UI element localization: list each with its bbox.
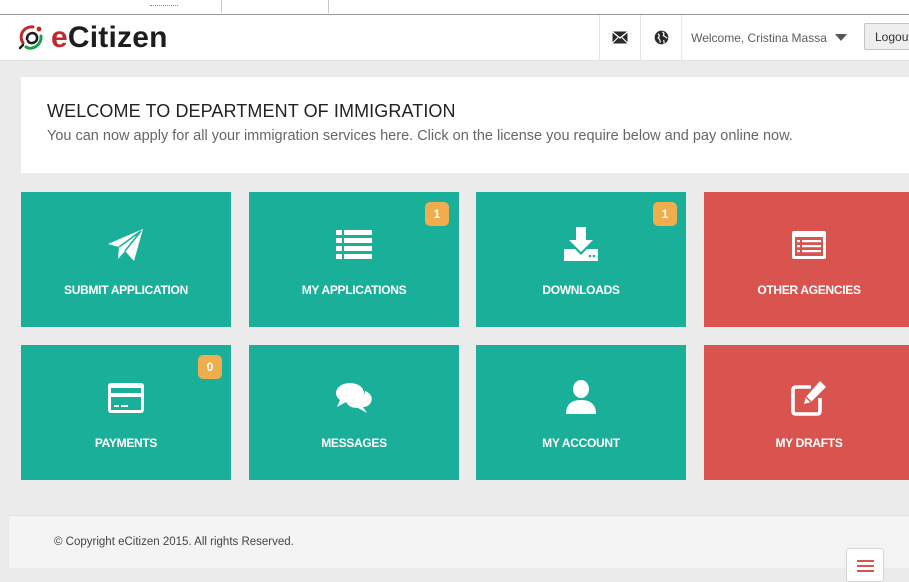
tile-label: DOWNLOADS [542,283,620,297]
tile-label: OTHER AGENCIES [757,283,861,297]
welcome-panel: WELCOME TO DEPARTMENT OF IMMIGRATION You… [21,77,909,173]
download-icon [564,227,598,261]
tile-downloads[interactable]: DOWNLOADS 1 [476,192,686,327]
tile-label: MY ACCOUNT [542,436,620,450]
tile-other-agencies[interactable]: OTHER AGENCIES [704,192,909,327]
user-menu-dropdown[interactable]: Welcome, Cristina Massa [681,15,856,60]
tile-my-drafts[interactable]: MY DRAFTS [704,345,909,480]
tile-messages[interactable]: MESSAGES [249,345,459,480]
notification-badge: 0 [198,355,222,379]
brand-name: eCitizen [51,21,168,55]
page-footer: © Copyright eCitizen 2015. All rights Re… [9,515,909,568]
hamburger-bar [857,570,874,572]
list-icon [336,230,372,259]
tile-label: MY APPLICATIONS [301,283,407,297]
tile-label: MESSAGES [321,436,387,450]
browser-top-strip [0,0,909,15]
strip-divider [221,0,222,13]
tile-my-applications[interactable]: MY APPLICATIONS 1 [249,192,459,327]
messages-nav-button[interactable] [599,15,640,60]
edit-icon [791,381,826,416]
tile-submit-application[interactable]: SUBMIT APPLICATION [21,192,231,327]
comments-icon [336,383,372,413]
top-navbar: eCitizen Welcome, Cristina Massa Logout [0,15,909,61]
hamburger-bar [857,560,874,562]
notification-badge: 1 [653,202,677,226]
credit-card-icon [108,383,144,413]
page-subtitle: You can now apply for all your immigrati… [47,128,793,144]
tile-payments[interactable]: PAYMENTS 0 [21,345,231,480]
menu-toggle-button[interactable] [846,548,884,582]
tile-label: MY DRAFTS [775,436,843,450]
paper-plane-icon [108,229,143,261]
user-greeting: Welcome, Cristina Massa [691,30,827,45]
user-icon [566,380,596,414]
tile-label: SUBMIT APPLICATION [64,283,188,297]
language-nav-button[interactable] [640,15,682,60]
envelope-icon [612,31,628,44]
copyright-text: © Copyright eCitizen 2015. All rights Re… [54,536,294,548]
logout-button[interactable]: Logout [864,23,909,50]
list-alt-icon [792,231,826,259]
brand-name-rest: Citizen [67,21,168,54]
hamburger-bar [857,565,874,567]
tile-label: PAYMENTS [94,436,158,450]
tile-my-account[interactable]: MY ACCOUNT [476,345,686,480]
caret-down-icon [834,34,847,41]
clipped-text-fragment [150,0,178,6]
notification-badge: 1 [425,202,449,226]
ecitizen-logo[interactable]: eCitizen [14,20,168,56]
strip-divider [328,0,329,13]
globe-icon [654,30,669,45]
ecitizen-logo-mark-icon [18,25,43,50]
page-title: WELCOME TO DEPARTMENT OF IMMIGRATION [47,101,456,121]
brand-name-e: e [51,21,68,54]
